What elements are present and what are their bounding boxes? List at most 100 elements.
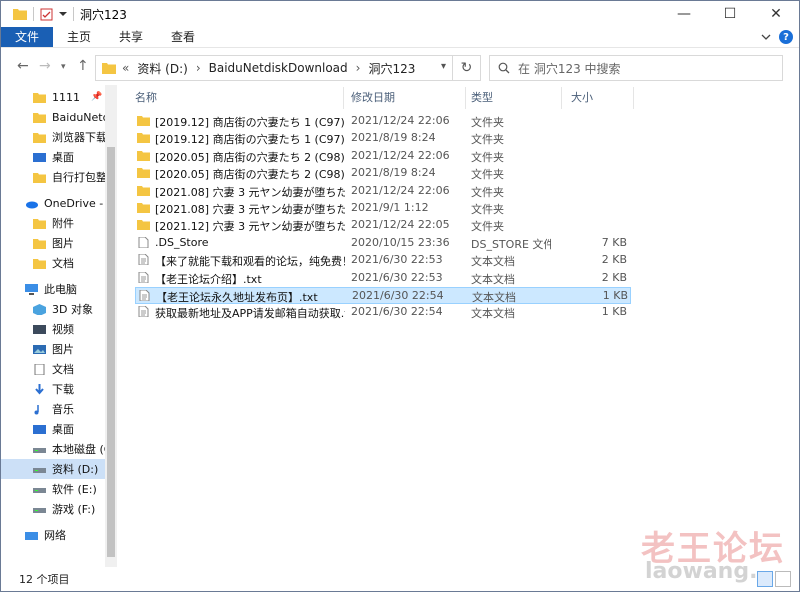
file-row[interactable]: 【老王论坛介绍】.txt 2021/6/30 22:53 文本文档 2 KB [135, 270, 631, 287]
nav-item[interactable]: BaiduNetd [1, 107, 105, 127]
nav-item[interactable]: 3D 对象 [1, 299, 105, 319]
file-type: 文本文档 [471, 307, 515, 321]
nav-item[interactable]: 图片 [1, 233, 105, 253]
nav-item[interactable]: 视频 [1, 319, 105, 339]
breadcrumb-drive[interactable]: 资料 (D:) [137, 60, 187, 77]
nav-item[interactable]: 音乐 [1, 399, 105, 419]
file-row[interactable]: 【老王论坛永久地址发布页】.txt 2021/6/30 22:54 文本文档 1 KB [135, 287, 631, 304]
folder-icon [33, 218, 46, 229]
tab-view[interactable]: 查看 [157, 27, 209, 47]
file-row[interactable]: 获取最新地址及APP请发邮箱自动获取.txt 2021/6/30 22:54 文本文… [135, 304, 631, 321]
nav-item[interactable]: 本地磁盘 (C [1, 439, 105, 459]
nav-item-label: 1111 [52, 90, 80, 104]
column-header-type[interactable]: 类型 [471, 89, 493, 109]
expand-ribbon-icon[interactable] [761, 33, 771, 41]
toolbar-divider [33, 7, 34, 21]
file-row[interactable]: [2020.05] 商店街の穴妻たち 2 (C98) 2021/12/24 22:… [135, 148, 631, 165]
search-icon [498, 62, 510, 74]
nav-item[interactable]: 网络 [1, 525, 105, 545]
column-divider[interactable] [633, 87, 634, 109]
breadcrumb-current[interactable]: 洞穴123 [368, 60, 415, 77]
file-row[interactable]: [2021.08] 穴妻 3 元ヤン幼妻が堕ちたワ... 2021/12/24 2… [135, 183, 631, 200]
customize-toolbar-icon[interactable] [59, 10, 67, 18]
up-arrow-icon[interactable]: ↑ [77, 58, 89, 74]
scrollbar-thumb[interactable] [107, 147, 115, 557]
file-row[interactable]: 【来了就能下载和观看的论坛，纯免费！... 2021/6/30 22:53 文本文档… [135, 252, 631, 269]
nav-item-label: BaiduNetd [52, 110, 105, 124]
nav-item-label: 软件 (E:) [52, 483, 97, 496]
nav-scrollbar[interactable] [105, 85, 117, 567]
file-size: 2 KB [601, 270, 627, 284]
nav-item[interactable]: 游戏 (F:) [1, 499, 105, 519]
refresh-icon[interactable]: ↻ [452, 56, 480, 80]
file-row[interactable]: [2020.05] 商店街の穴妻たち 2 (C98) [... 2021/8/19… [135, 165, 631, 182]
nav-item[interactable]: 桌面 [1, 419, 105, 439]
file-row[interactable]: [2021.08] 穴妻 3 元ヤン幼妻が堕ちたワ... 2021/9/1 1:1… [135, 200, 631, 217]
breadcrumb-baidu[interactable]: BaiduNetdiskDownload [209, 61, 348, 75]
file-type: 文件夹 [471, 185, 504, 199]
large-icons-view-icon[interactable] [775, 571, 791, 587]
file-row[interactable]: .DS_Store 2020/10/15 23:36 DS_STORE 文件 7 KB [135, 235, 631, 252]
explorer-window: 洞穴123 — ☐ ✕ 文件 主页 共享 查看 ? ← → ▾ ↑ « 资料 (… [0, 0, 800, 592]
nav-item[interactable]: 1111 📌 [1, 87, 105, 107]
item-count: 12 个项目 [19, 573, 70, 586]
forward-arrow-icon[interactable]: → [39, 58, 51, 74]
nav-item-label: 桌面 [52, 423, 74, 436]
folder-icon [33, 172, 46, 183]
tab-file[interactable]: 文件 [1, 27, 54, 47]
column-header-name[interactable]: 名称 [135, 89, 157, 109]
file-type: 文件夹 [471, 168, 504, 182]
nav-item[interactable]: 文档 [1, 253, 105, 273]
folder-icon [137, 219, 150, 231]
documents-icon [33, 363, 46, 375]
folder-icon [137, 132, 150, 144]
details-view-icon[interactable] [757, 571, 773, 587]
file-date: 2021/8/19 8:24 [351, 131, 436, 145]
column-divider[interactable] [343, 87, 344, 109]
nav-item[interactable]: 资料 (D:) [1, 459, 105, 479]
nav-item[interactable]: 浏览器下载 [1, 127, 105, 147]
file-type: 文件夹 [471, 203, 504, 216]
tab-share[interactable]: 共享 [105, 27, 157, 47]
file-list: 名称 修改日期 类型 大小 [2019.12] 商店街の穴妻たち 1 (C97)… [121, 85, 799, 567]
nav-item[interactable]: 附件 [1, 213, 105, 233]
column-header-size[interactable]: 大小 [571, 89, 593, 109]
search-box[interactable]: 在 洞穴123 中搜索 [489, 55, 783, 81]
file-size: 1 KB [602, 289, 628, 302]
address-bar[interactable]: « 资料 (D:) › BaiduNetdiskDownload › 洞穴123… [95, 55, 481, 81]
column-divider[interactable] [561, 87, 562, 109]
file-size: 1 KB [601, 305, 627, 319]
nav-item[interactable]: 下载 [1, 379, 105, 399]
text-file-icon [137, 271, 150, 284]
nav-item[interactable]: 文档 [1, 359, 105, 379]
back-arrow-icon[interactable]: ← [17, 58, 29, 74]
tab-home[interactable]: 主页 [53, 27, 105, 47]
nav-item-label: 此电脑 [44, 283, 77, 296]
nav-item-label: 自行打包整 [52, 171, 105, 184]
file-date: 2021/12/24 22:06 [351, 148, 450, 162]
file-row[interactable]: [2019.12] 商店街の穴妻たち 1 (C97) 2021/12/24 22:… [135, 113, 631, 130]
folder-icon [137, 150, 150, 161]
file-row[interactable]: [2019.12] 商店街の穴妻たち 1 (C97) [... 2021/8/19… [135, 130, 631, 147]
nav-item[interactable]: 自行打包整 [1, 167, 105, 187]
column-divider[interactable] [465, 87, 466, 109]
minimize-button[interactable]: — [661, 1, 707, 27]
column-header-date[interactable]: 修改日期 [351, 89, 395, 109]
nav-item[interactable]: 此电脑 [1, 279, 105, 299]
overflow-chevron[interactable]: « [122, 61, 129, 75]
maximize-button[interactable]: ☐ [707, 1, 753, 27]
recent-locations-icon[interactable]: ▾ [61, 62, 66, 72]
address-dropdown-icon[interactable]: ▾ [441, 61, 446, 72]
nav-item-label: 文档 [52, 257, 74, 270]
window-title: 洞穴123 [80, 7, 127, 22]
file-row[interactable]: [2021.12] 穴妻 3 元ヤン幼妻が堕ちたワ... 2021/12/24 2… [135, 217, 631, 234]
network-icon [25, 530, 38, 541]
nav-item[interactable]: OneDrive - I [1, 193, 105, 213]
help-button[interactable]: ? [779, 30, 793, 44]
nav-item[interactable]: 桌面 [1, 147, 105, 167]
properties-icon[interactable] [40, 8, 53, 21]
close-button[interactable]: ✕ [753, 1, 799, 27]
nav-item[interactable]: 软件 (E:) [1, 479, 105, 499]
nav-item-label: 音乐 [52, 403, 74, 416]
nav-item[interactable]: 图片 [1, 339, 105, 359]
